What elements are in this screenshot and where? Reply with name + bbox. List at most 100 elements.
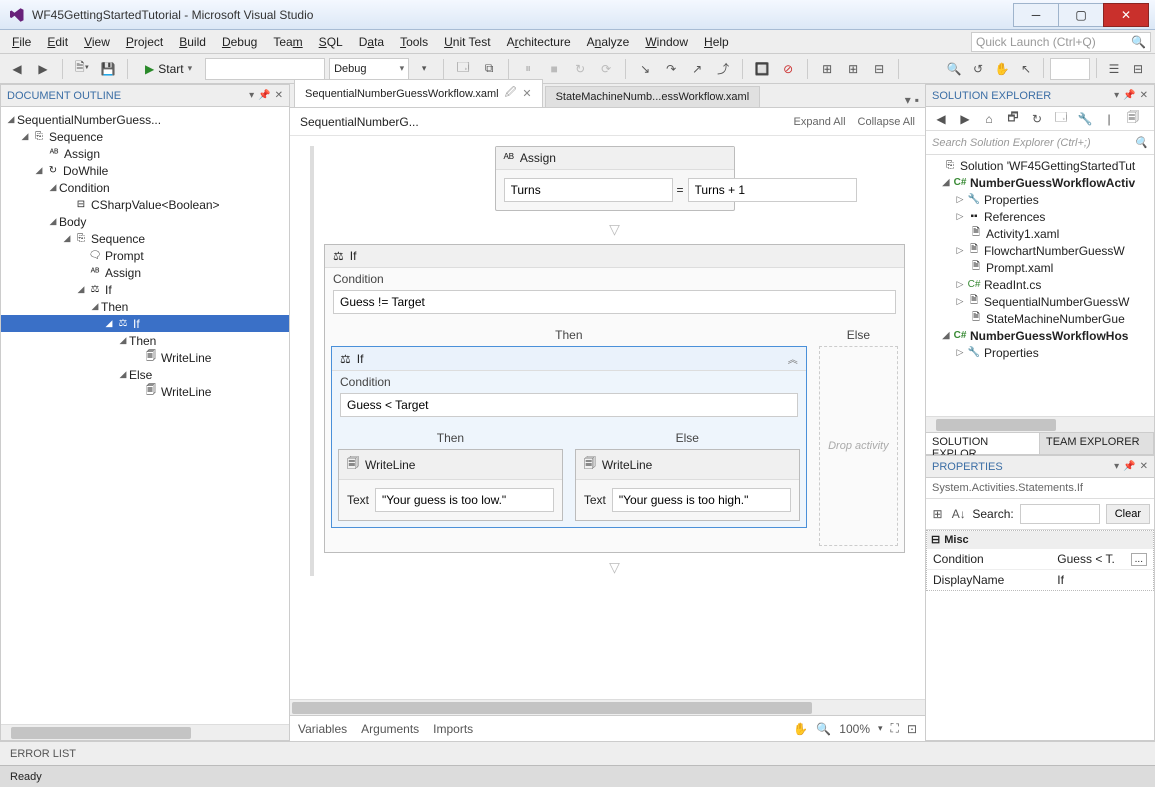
tb-select[interactable] [1050,58,1090,80]
menu-project[interactable]: Project [118,32,171,52]
find-button[interactable]: 🔍 [943,58,965,80]
assign-to-input[interactable] [504,178,673,202]
se-fwd-button[interactable]: ▶ [954,108,976,130]
minimize-button[interactable]: ─ [1013,3,1059,27]
assign-value-input[interactable] [688,178,857,202]
close-panel-icon[interactable]: ✕ [1140,461,1148,472]
tree-sequence[interactable]: ◢⎘Sequence [1,128,289,145]
nav-back-button[interactable]: ◀ [6,58,28,80]
tree-condition[interactable]: ◢Condition [1,179,289,196]
props-row-condition[interactable]: Condition Guess < T.... [927,548,1153,569]
tree-sequence2[interactable]: ◢⎘Sequence [1,230,289,247]
arguments-link[interactable]: Arguments [361,722,419,736]
tb-button-10[interactable]: ⊟ [868,58,890,80]
tab-solution-explorer[interactable]: SOLUTION EXPLOR... [926,433,1040,454]
collapse-icon[interactable]: ︽ [788,351,798,366]
dropdown-icon[interactable]: ▾ [249,90,254,101]
props-category-misc[interactable]: ⊟Misc [927,531,1153,548]
close-button[interactable]: ✕ [1103,3,1149,27]
writeline-then-activity[interactable]: 🗐WriteLine Text [338,449,563,521]
start-debug-button[interactable]: ▶ Start ▾ [136,58,201,80]
menu-help[interactable]: Help [696,32,737,52]
dropdown-icon[interactable]: ▾ [1114,90,1119,101]
collapse-all-link[interactable]: Collapse All [858,116,915,128]
menu-architecture[interactable]: Architecture [499,32,579,52]
tb-button-6[interactable]: 🔲 [751,58,773,80]
menu-unit-test[interactable]: Unit Test [436,32,498,52]
step-over-button[interactable]: ↷ [660,58,682,80]
zoom-value[interactable]: 100% [839,722,870,736]
stop-button[interactable]: ■ [543,58,565,80]
tab-statemachine[interactable]: StateMachineNumb...essWorkflow.xaml [545,86,761,107]
menu-data[interactable]: Data [351,32,392,52]
close-panel-icon[interactable]: ✕ [275,90,283,101]
menu-edit[interactable]: Edit [39,32,76,52]
imports-link[interactable]: Imports [433,722,473,736]
se-solution[interactable]: ⎘Solution 'WF45GettingStartedTut [926,157,1154,174]
props-cat-button[interactable]: ⊞ [930,503,945,525]
se-references[interactable]: ▷▪▪References [926,208,1154,225]
new-project-button[interactable]: 🗎▾ [71,58,93,80]
se-proj1[interactable]: ◢C#NumberGuessWorkflowActiv [926,174,1154,191]
se-proj2[interactable]: ◢C#NumberGuessWorkflowHos [926,327,1154,344]
tab-close-icon[interactable]: ✕ [522,87,531,100]
tree-writeline[interactable]: 🗐WriteLine [1,349,289,366]
tb-button-7[interactable]: ⊘ [777,58,799,80]
menu-file[interactable]: File [4,32,39,52]
variables-link[interactable]: Variables [298,722,347,736]
cursor-button[interactable]: ↖ [1015,58,1037,80]
tab-team-explorer[interactable]: TEAM EXPLORER [1040,433,1154,454]
pin-icon[interactable]: 📌 [258,90,270,101]
menu-tools[interactable]: Tools [392,32,436,52]
writeline-then-text-input[interactable] [375,488,554,512]
props-az-button[interactable]: A↓ [951,503,966,525]
menu-analyze[interactable]: Analyze [579,32,638,52]
tree-prompt[interactable]: 🗨Prompt [1,247,289,264]
else-dropzone[interactable]: Drop activity [819,346,898,546]
tree-then2[interactable]: ◢Then [1,332,289,349]
se-back-button[interactable]: ◀ [930,108,952,130]
outer-if-condition-input[interactable] [333,290,896,314]
tb-button-5[interactable]: ⤴ [712,58,734,80]
props-value[interactable]: If [1051,570,1153,590]
expand-all-link[interactable]: Expand All [794,116,846,128]
props-row-displayname[interactable]: DisplayName If [927,569,1153,590]
close-panel-icon[interactable]: ✕ [1140,90,1148,101]
dropdown-icon[interactable]: ▾ [1114,461,1119,472]
designer-canvas[interactable]: ᴬᴮAssign = ▽ ⚖If Condition Then [290,136,925,699]
se-search-input[interactable]: Search Solution Explorer (Ctrl+;) 🔍 [926,131,1154,155]
se-properties[interactable]: ▷🔧Properties [926,191,1154,208]
se-btn-3[interactable]: 🔧 [1074,108,1096,130]
se-item-1[interactable]: ▷🗎FlowchartNumberGuessW [926,242,1154,259]
se-hscroll[interactable] [926,416,1154,432]
inner-if-condition-input[interactable] [340,393,798,417]
build-config-select[interactable]: Debug ▾ [329,58,409,80]
se-refresh-button[interactable]: ↻ [1026,108,1048,130]
tb-button-13[interactable]: ☰ [1103,58,1125,80]
nav-fwd-button[interactable]: ▶ [32,58,54,80]
se-btn-2[interactable]: 🗔 [1050,108,1072,130]
tree-root[interactable]: ◢SequentialNumberGuess... [1,111,289,128]
breadcrumb-path[interactable]: SequentialNumberG... [300,115,419,129]
tree-assign[interactable]: ᴬᴮAssign [1,145,289,162]
se-item-3[interactable]: ▷C#ReadInt.cs [926,276,1154,293]
restart-button[interactable]: ↻ [569,58,591,80]
se-item-0[interactable]: 🗎Activity1.xaml [926,225,1154,242]
tree-then[interactable]: ◢Then [1,298,289,315]
menu-view[interactable]: View [76,32,118,52]
tree-else[interactable]: ◢Else [1,366,289,383]
tb-button-8[interactable]: ⊞ [816,58,838,80]
se-item-5[interactable]: 🗎StateMachineNumberGue [926,310,1154,327]
tb-button-3[interactable]: ⧉ [478,58,500,80]
overview-icon[interactable]: ⊡ [907,722,917,736]
pin-icon[interactable]: 📌 [1123,90,1135,101]
writeline-else-text-input[interactable] [612,488,791,512]
tb-button-14[interactable]: ⊟ [1127,58,1149,80]
pin-icon[interactable]: 📌 [1123,461,1135,472]
writeline-else-activity[interactable]: 🗐WriteLine Text [575,449,800,521]
props-search-input[interactable] [1020,504,1100,524]
outer-if-activity[interactable]: ⚖If Condition Then ⚖If︽ Condition [324,244,905,553]
inner-if-activity[interactable]: ⚖If︽ Condition Then 🗐WriteLine [331,346,807,528]
tree-if2[interactable]: ◢⚖If [1,315,289,332]
se-btn-5[interactable]: 🗐 [1122,108,1144,130]
